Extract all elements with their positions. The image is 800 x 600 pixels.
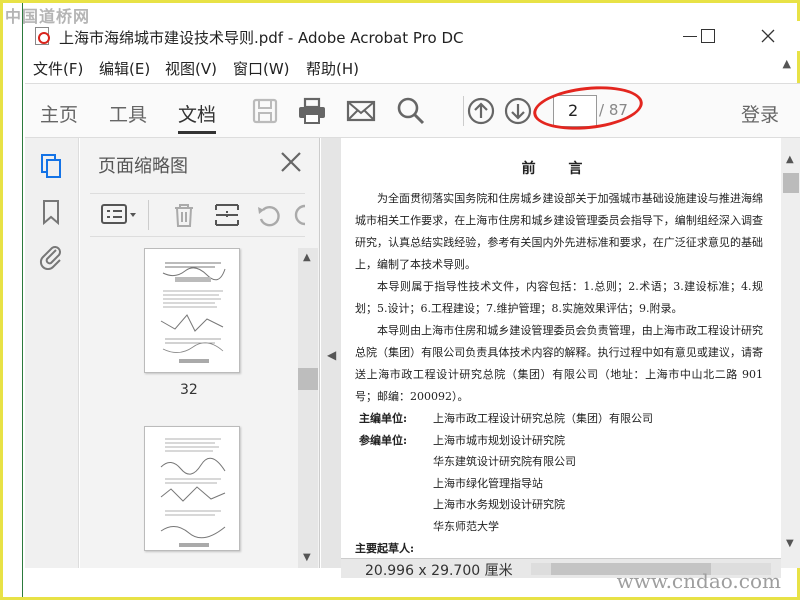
options-menu-icon[interactable] [100, 202, 138, 228]
page-thumbnails-icon[interactable] [37, 152, 65, 180]
search-icon[interactable] [395, 95, 427, 127]
participant: 上海市绿化管理指导站 [433, 476, 543, 490]
paragraph: 本导则由上海市住房和城乡建设管理委员会负责管理，由上海市政工程设计研究总院（集团… [355, 324, 763, 403]
delete-icon[interactable] [170, 201, 198, 229]
participants-label: 参编单位: [359, 433, 408, 447]
document-view: ◀ 前 言 为全面贯彻落实国务院和住房城乡建设部关于加强城市基础设施建设与推进海… [321, 138, 781, 568]
chief-editor-row: 主编单位: 上海市政工程设计研究总院（集团）有限公司 [355, 408, 763, 430]
document-scrollbar[interactable]: ▲ ▼ [781, 138, 800, 568]
scroll-up-icon[interactable]: ▲ [303, 252, 311, 263]
close-panel-icon[interactable] [279, 150, 303, 174]
participant: 华东建筑设计研究院有限公司 [433, 455, 576, 469]
collapse-panel-icon[interactable]: ◀ [327, 348, 336, 362]
menu-file[interactable]: 文件(F) [33, 58, 83, 79]
watermark-bottom: www.cndao.com [616, 569, 781, 593]
toolbar: 主页 工具 文档 2 / 87 登录 [25, 83, 800, 138]
menu-edit[interactable]: 编辑(E) [99, 58, 150, 79]
previous-page-icon[interactable] [465, 95, 497, 127]
menu-window[interactable]: 窗口(W) [233, 58, 290, 79]
thumbnail-scrollbar[interactable]: ▲ ▼ [298, 248, 318, 568]
participants-row: 参编单位: 上海市城市规划设计研究院 华东建筑设计研究院有限公司 上海市绿化管理… [355, 430, 763, 538]
maximize-button[interactable] [693, 25, 723, 47]
close-button[interactable] [753, 25, 783, 47]
thumbnail-list: 32 [80, 248, 298, 568]
chief-editor-label: 主编单位: [359, 412, 408, 425]
tab-tools[interactable]: 工具 [109, 100, 147, 127]
application-window: 中国道桥网 上海市海绵城市建设技术导则.pdf - Adobe Acrobat … [0, 0, 800, 600]
thumbnail-scroll-handle[interactable] [298, 368, 318, 390]
window-title: 上海市海绵城市建设技术导则.pdf - Adobe Acrobat Pro DC [59, 29, 464, 47]
document-scroll-handle[interactable] [783, 173, 799, 193]
menu-bar: 文件(F) 编辑(E) 视图(V) 窗口(W) 帮助(H) ▲ [25, 53, 800, 81]
paragraph: 本导则属于指导性技术文件，内容包括：1.总则；2.术语；3.建设标准；4.规划；… [355, 280, 763, 315]
thumbnail-page-33[interactable] [144, 426, 240, 551]
tool-divider [148, 200, 149, 230]
rotate-clockwise-icon[interactable] [293, 201, 307, 229]
thumbnail-image [160, 262, 226, 363]
tab-document[interactable]: 文档 [178, 100, 217, 134]
insert-page-icon[interactable] [213, 201, 241, 229]
save-icon[interactable] [249, 95, 281, 127]
acrobat-pdf-icon [35, 27, 50, 45]
tab-home[interactable]: 主页 [40, 100, 78, 127]
document-page: 前 言 为全面贯彻落实国务院和住房城乡建设部关于加强城市基础设施建设与推进海绵城… [341, 138, 781, 568]
scroll-down-icon[interactable]: ▼ [303, 552, 311, 563]
panel-title: 页面缩略图 [98, 156, 188, 177]
page-size-readout: 20.996 x 29.700 厘米 [365, 563, 513, 579]
attachment-icon[interactable] [37, 242, 65, 270]
next-page-icon[interactable] [502, 95, 534, 127]
participant: 华东师范大学 [433, 519, 499, 533]
panel-toolbar [90, 193, 307, 237]
email-icon[interactable] [345, 95, 377, 127]
title-bar: 上海市海绵城市建设技术导则.pdf - Adobe Acrobat Pro DC [25, 21, 800, 51]
menu-collapse-icon[interactable]: ▲ [783, 57, 791, 70]
print-icon[interactable] [296, 95, 328, 127]
thumbnail-panel: 页面缩略图 32 ▲ ▼ [80, 138, 320, 568]
paragraph: 为全面贯彻落实国务院和住房城乡建设部关于加强城市基础设施建设与推进海绵城市相关工… [355, 192, 763, 271]
participant: 上海市城市规划设计研究院 [433, 433, 565, 447]
bookmark-icon[interactable] [37, 198, 65, 226]
page-heading: 前 言 [521, 161, 597, 177]
login-link[interactable]: 登录 [741, 100, 779, 127]
menu-view[interactable]: 视图(V) [165, 58, 217, 79]
thumbnail-image [160, 438, 226, 547]
chief-editor-value: 上海市政工程设计研究总院（集团）有限公司 [433, 412, 653, 425]
rotate-counterclockwise-icon[interactable] [255, 201, 283, 229]
thumbnail-page-32[interactable] [144, 248, 240, 373]
toolbar-divider [463, 96, 464, 126]
close-icon [761, 29, 775, 43]
drafters-label: 主要起草人: [355, 541, 415, 555]
participant: 上海市水务规划设计研究院 [433, 498, 565, 512]
scroll-up-icon[interactable]: ▲ [786, 154, 794, 165]
watermark-top: 中国道桥网 [5, 7, 91, 26]
navigation-rail [25, 138, 79, 568]
scroll-down-icon[interactable]: ▼ [786, 538, 794, 549]
participants-list: 上海市城市规划设计研究院 华东建筑设计研究院有限公司 上海市绿化管理指导站 上海… [433, 430, 763, 538]
menu-help[interactable]: 帮助(H) [306, 58, 359, 79]
thumbnail-label: 32 [180, 382, 198, 398]
